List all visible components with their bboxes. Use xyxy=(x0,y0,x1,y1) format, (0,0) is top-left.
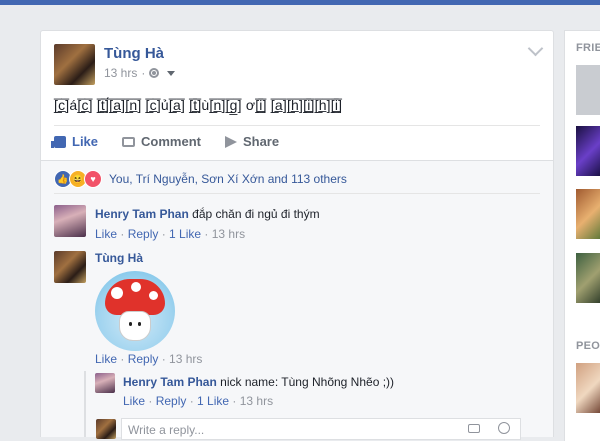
post-meta: 13 hrs · xyxy=(104,66,176,80)
camera-icon[interactable] xyxy=(468,424,480,433)
sidebar-heading: FRIE xyxy=(576,42,600,54)
reply-time[interactable]: 13 hrs xyxy=(240,394,273,408)
comment-text: đắp chăn đi ngủ đi thým xyxy=(192,207,320,221)
reply-like-link[interactable]: Like xyxy=(123,394,145,408)
sticker-eye xyxy=(129,322,132,326)
suggestion-thumbnail[interactable] xyxy=(576,253,600,303)
post-time[interactable]: 13 hrs xyxy=(104,66,137,80)
reply-like-count[interactable]: 1 Like xyxy=(197,394,229,408)
share-label: Share xyxy=(242,134,280,149)
replier-avatar[interactable] xyxy=(95,373,115,393)
comment-label: Comment xyxy=(141,134,201,149)
comment-actions: Like · Reply · 13 hrs xyxy=(95,352,203,366)
comment-like-count[interactable]: 1 Like xyxy=(169,227,201,241)
post-actions: Like Comment Share xyxy=(51,134,303,149)
post-card: Tùng Hà 13 hrs · [̲̅c̲̅]á[̲̅c̲̅] [̲̅t̲̅]… xyxy=(40,30,554,161)
reply-comment: Henry Tam Phan nick name: Tùng Nhõng Nhẽ… xyxy=(123,375,394,389)
post-author[interactable]: Tùng Hà xyxy=(104,45,164,62)
reply-input[interactable]: Write a reply... xyxy=(121,418,521,440)
suggestion-thumbnail[interactable] xyxy=(576,65,600,115)
like-label: Like xyxy=(72,134,99,149)
reply-author[interactable]: Henry Tam Phan xyxy=(123,375,217,389)
comment-time[interactable]: 13 hrs xyxy=(169,352,202,366)
right-sidebar: FRIE PEOI xyxy=(564,30,600,441)
comment-author[interactable]: Henry Tam Phan xyxy=(95,207,189,221)
divider xyxy=(54,193,540,194)
globe-icon[interactable] xyxy=(149,68,160,78)
comment-reply-link[interactable]: Reply xyxy=(128,352,159,366)
reply-thread-line xyxy=(84,371,86,437)
comment-actions: Like · Reply · 1 Like · 13 hrs xyxy=(95,227,246,241)
thumbs-up-icon xyxy=(51,135,66,148)
reply-reply-link[interactable]: Reply xyxy=(156,394,187,408)
current-user-avatar xyxy=(96,419,116,439)
sidebar-heading: PEOI xyxy=(576,340,600,352)
people-thumbnail[interactable] xyxy=(576,363,600,413)
comment-button[interactable]: Comment xyxy=(122,134,201,149)
sticker-body xyxy=(119,311,151,341)
commenter-avatar[interactable] xyxy=(54,205,86,237)
commenter-avatar[interactable] xyxy=(54,251,86,283)
mushroom-sticker[interactable] xyxy=(95,271,175,351)
comment-like-link[interactable]: Like xyxy=(95,352,117,366)
comment-1: Henry Tam Phan đắp chăn đi ngủ đi thým xyxy=(95,207,320,221)
suggestion-thumbnail[interactable] xyxy=(576,189,600,239)
sticker-spot xyxy=(131,282,141,292)
like-button[interactable]: Like xyxy=(51,134,99,149)
reactions-summary[interactable]: 👍 😆 ♥ You, Trí Nguyễn, Sơn Xí Xớn and 11… xyxy=(54,170,347,188)
post-options-chevron-icon[interactable] xyxy=(527,40,544,57)
comment-like-link[interactable]: Like xyxy=(95,227,117,241)
author-avatar[interactable] xyxy=(54,44,95,85)
divider xyxy=(54,125,540,126)
suggestion-thumbnail[interactable] xyxy=(576,126,600,176)
reply-placeholder: Write a reply... xyxy=(128,423,205,437)
sticker-spot xyxy=(149,291,158,300)
reply-actions: Like · Reply · 1 Like · 13 hrs xyxy=(123,394,274,408)
top-nav-bar xyxy=(0,0,600,5)
comment-author[interactable]: Tùng Hà xyxy=(95,251,143,265)
reply-text: nick name: Tùng Nhõng Nhẽo ;)) xyxy=(220,375,395,389)
reactions-text[interactable]: You, Trí Nguyễn, Sơn Xí Xớn and 113 othe… xyxy=(109,172,347,186)
love-reaction-icon: ♥ xyxy=(84,170,102,188)
post-text: [̲̅c̲̅]á[̲̅c̲̅] [̲̅t̲̅]́[̲̅a̲̅][̲̅n̲̅] [… xyxy=(54,97,343,113)
audience-caret-icon[interactable] xyxy=(167,70,176,76)
share-button[interactable]: Share xyxy=(224,134,280,149)
comment-icon xyxy=(122,136,136,147)
comments-section: 👍 😆 ♥ You, Trí Nguyễn, Sơn Xí Xớn and 11… xyxy=(40,160,554,440)
sticker-eye xyxy=(138,322,141,326)
emoji-icon[interactable] xyxy=(498,422,510,434)
share-icon xyxy=(224,135,237,148)
sticker-spot xyxy=(111,287,123,299)
comment-time[interactable]: 13 hrs xyxy=(212,227,245,241)
comment-reply-link[interactable]: Reply xyxy=(128,227,159,241)
